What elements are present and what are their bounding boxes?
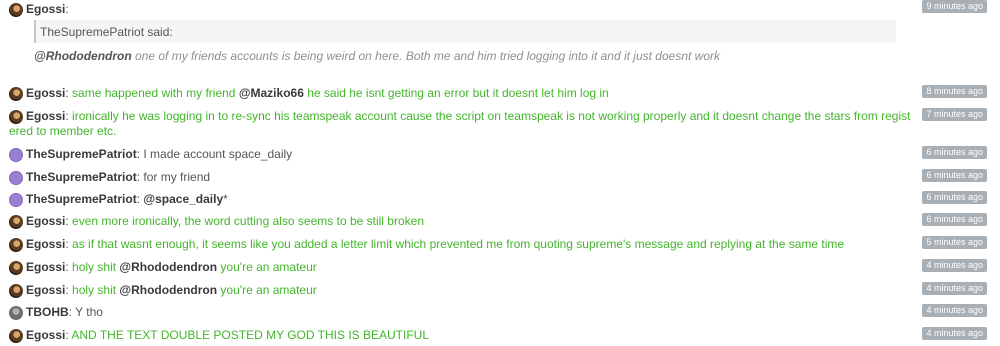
mention-link[interactable]: @Rhododendron [34, 49, 132, 63]
timestamp-badge: 6 minutes ago [922, 169, 987, 182]
message-line: Egossi: even more ironically, the word c… [26, 214, 926, 229]
message-text: you're an amateur [217, 260, 317, 274]
egossi-avatar[interactable] [9, 329, 23, 343]
timestamp-badge: 6 minutes ago [922, 213, 987, 226]
colon: : [65, 237, 69, 251]
message-text-continued: ered to member etc. [9, 124, 117, 138]
shout-message: Egossi: holy shit @Rhododendron you're a… [8, 259, 993, 275]
message-line: Egossi: as if that wasnt enough, it seem… [26, 237, 926, 252]
author-name[interactable]: Egossi [26, 283, 65, 297]
colon: : [65, 260, 69, 274]
author-name[interactable]: TBOHB [26, 305, 69, 319]
shout-message: Egossi: holy shit @Rhododendron you're a… [8, 282, 993, 298]
mention-link[interactable]: @Maziko66 [239, 86, 304, 100]
author-name[interactable]: TheSupremePatriot [26, 192, 137, 206]
timestamp-badge: 6 minutes ago [922, 146, 987, 159]
timestamp-badge: 4 minutes ago [922, 282, 987, 295]
message-line: Egossi: holy shit @Rhododendron you're a… [26, 260, 926, 275]
shout-message: TheSupremePatriot: @space_daily* 6 minut… [8, 191, 993, 207]
author-name[interactable]: TheSupremePatriot [26, 170, 137, 184]
message-text: I made account space_daily [143, 147, 293, 161]
egossi-avatar[interactable] [9, 261, 23, 275]
colon: : [65, 283, 69, 297]
shout-message: Egossi: AND THE TEXT DOUBLE POSTED MY GO… [8, 327, 993, 343]
message-text: AND THE TEXT DOUBLE POSTED MY GOD THIS I… [71, 328, 430, 342]
author-name[interactable]: Egossi [26, 328, 65, 342]
egossi-avatar[interactable] [9, 110, 23, 124]
egossi-avatar[interactable] [9, 87, 23, 101]
mention-link[interactable]: @Rhododendron [119, 283, 217, 297]
author-name[interactable]: Egossi [26, 109, 65, 123]
message-text: holy shit [72, 260, 120, 274]
message-line: Egossi: same happened with my friend @Ma… [26, 86, 926, 101]
message-text: as if that wasnt enough, it seems like y… [72, 237, 845, 251]
message-text: * [223, 192, 228, 206]
thesupremepatriot-avatar[interactable] [9, 193, 23, 207]
message-text: Y tho [75, 305, 103, 319]
mention-link[interactable]: @space_daily [143, 192, 223, 206]
message-line: TheSupremePatriot: I made account space_… [26, 147, 926, 162]
shout-message: Egossi: same happened with my friend @Ma… [8, 85, 993, 101]
author-name[interactable]: TheSupremePatriot [26, 147, 137, 161]
colon: : [136, 170, 141, 184]
author-name[interactable]: Egossi [26, 86, 65, 100]
timestamp-badge: 6 minutes ago [922, 191, 987, 204]
shout-message: TheSupremePatriot: for my friend 6 minut… [8, 169, 993, 185]
author-name[interactable]: Egossi [26, 214, 65, 228]
timestamp-badge: 9 minutes ago [922, 0, 987, 13]
quote-header: TheSupremePatriot said: [34, 20, 896, 43]
message-line: Egossi: AND THE TEXT DOUBLE POSTED MY GO… [26, 328, 926, 343]
timestamp-badge: 4 minutes ago [922, 304, 987, 317]
egossi-avatar[interactable] [9, 284, 23, 298]
thesupremepatriot-avatar[interactable] [9, 171, 23, 185]
message-line: Egossi: [26, 2, 926, 17]
shout-message: TheSupremePatriot: I made account space_… [8, 146, 993, 162]
quote-text: @Rhododendron one of my friends accounts… [34, 49, 914, 64]
timestamp-badge: 4 minutes ago [922, 327, 987, 340]
message-line: Egossi: ironically he was logging in to … [26, 109, 926, 124]
colon: : [68, 305, 73, 319]
message-text: ironically he was logging in to re-sync … [72, 109, 911, 123]
timestamp-badge: 7 minutes ago [922, 108, 987, 121]
message-text: he said he isnt getting an error but it … [303, 86, 609, 100]
quote-author: TheSupremePatriot said: [40, 25, 173, 39]
quote-body: one of my friends accounts is being weir… [131, 49, 721, 63]
message-text: for my friend [143, 170, 211, 184]
message-text: holy shit [72, 283, 120, 297]
egossi-avatar[interactable] [9, 238, 23, 252]
shout-message: Egossi: 9 minutes ago TheSupremePatriot … [8, 0, 993, 64]
mention-link[interactable]: @Rhododendron [119, 260, 217, 274]
colon: : [65, 109, 69, 123]
author-name[interactable]: Egossi [26, 260, 65, 274]
shout-message: Egossi: even more ironically, the word c… [8, 213, 993, 229]
tbohb-avatar[interactable] [9, 306, 23, 320]
colon: : [136, 192, 141, 206]
colon: : [65, 86, 69, 100]
author-name[interactable]: Egossi [26, 2, 65, 16]
egossi-avatar[interactable] [9, 215, 23, 229]
message-line: TheSupremePatriot: @space_daily* [26, 192, 926, 207]
message-line: Egossi: holy shit @Rhododendron you're a… [26, 283, 926, 298]
shout-message: Egossi: as if that wasnt enough, it seem… [8, 236, 993, 252]
author-name[interactable]: Egossi [26, 237, 65, 251]
shout-message: TBOHB: Y tho 4 minutes ago [8, 304, 993, 320]
colon: : [65, 2, 69, 16]
message-text: same happened with my friend [72, 86, 239, 100]
message-line: TBOHB: Y tho [26, 305, 926, 320]
timestamp-badge: 8 minutes ago [922, 85, 987, 98]
shoutbox: Egossi: 9 minutes ago TheSupremePatriot … [0, 0, 1000, 346]
message-text: you're an amateur [217, 283, 317, 297]
message-line: TheSupremePatriot: for my friend [26, 170, 926, 185]
egossi-avatar[interactable] [9, 3, 23, 17]
thesupremepatriot-avatar[interactable] [9, 148, 23, 162]
colon: : [65, 214, 69, 228]
timestamp-badge: 5 minutes ago [922, 236, 987, 249]
message-text: even more ironically, the word cutting a… [72, 214, 424, 228]
colon: : [65, 328, 69, 342]
timestamp-badge: 4 minutes ago [922, 259, 987, 272]
colon: : [136, 147, 141, 161]
shout-message: Egossi: ironically he was logging in to … [8, 108, 993, 140]
